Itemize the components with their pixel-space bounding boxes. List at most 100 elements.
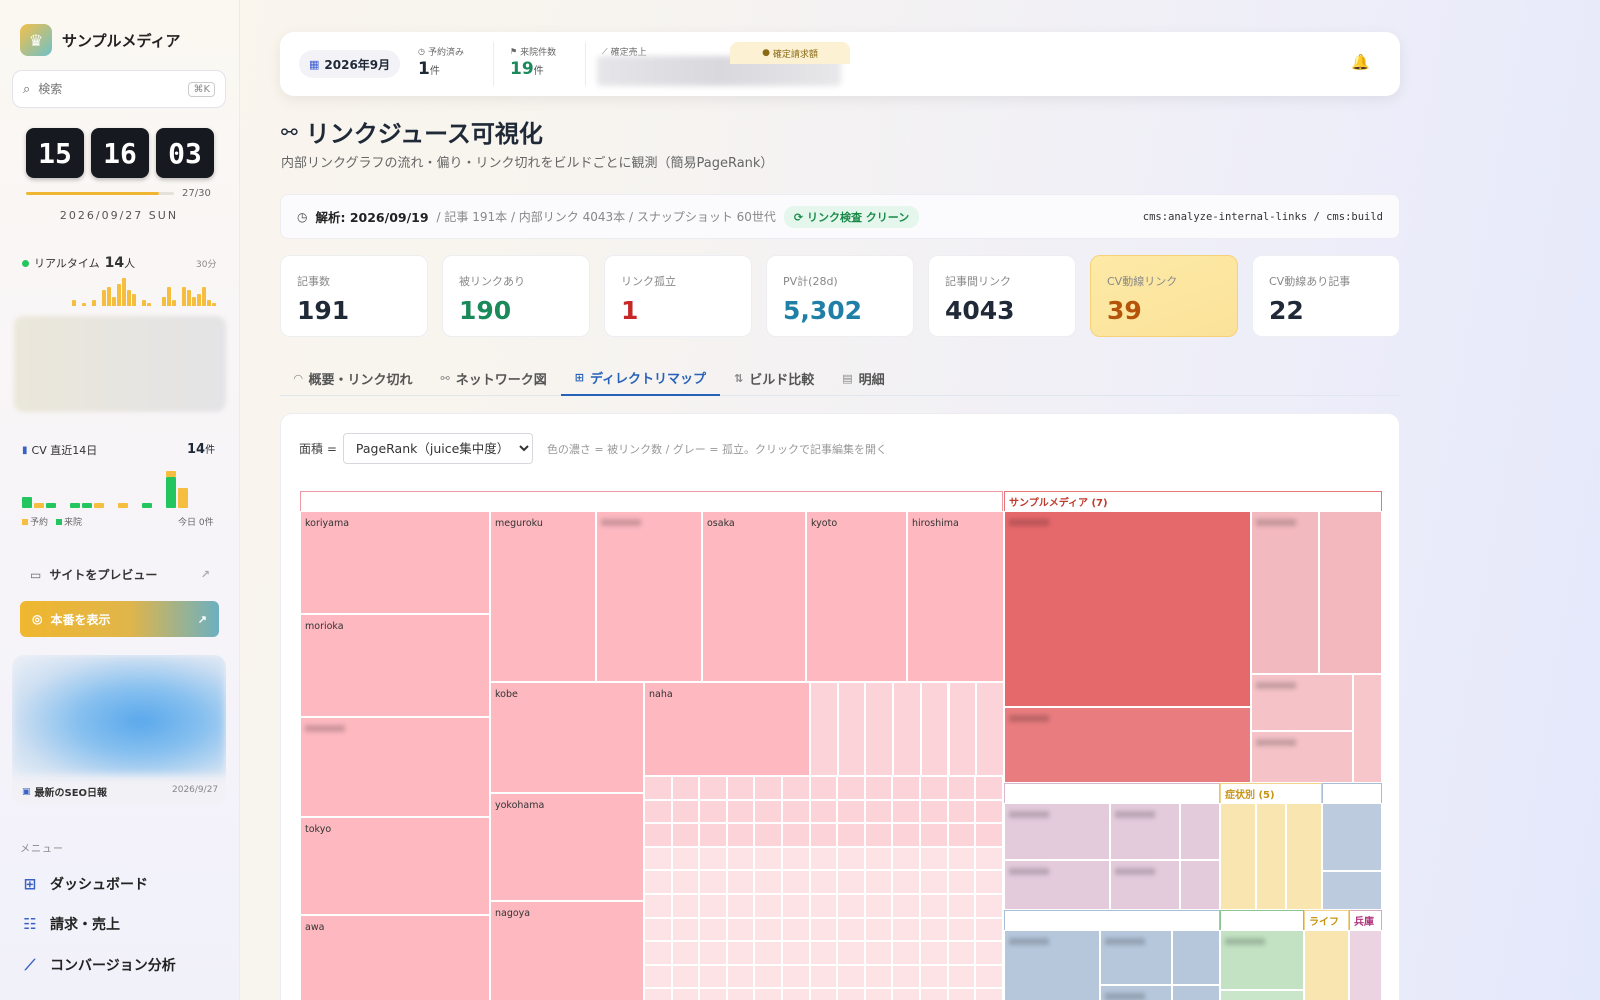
treemap-cell[interactable] — [920, 941, 948, 965]
treemap-cell[interactable] — [947, 870, 976, 894]
treemap-cell[interactable] — [837, 799, 865, 824]
treemap-cell[interactable] — [809, 964, 838, 989]
treemap-cell[interactable] — [671, 799, 700, 824]
treemap-cell[interactable] — [726, 799, 755, 824]
treemap-cell[interactable] — [865, 682, 894, 776]
treemap-cell[interactable] — [947, 988, 976, 1000]
treemap-cell[interactable] — [1220, 930, 1304, 990]
treemap-cell[interactable] — [837, 846, 865, 871]
treemap-cell[interactable] — [1110, 803, 1180, 860]
treemap-cell[interactable] — [864, 917, 893, 942]
tab-directory-map[interactable]: ⊞ ディレクトリマップ — [560, 360, 721, 396]
treemap-cell[interactable] — [837, 870, 865, 894]
treemap-cell[interactable] — [864, 823, 893, 847]
menu-item-conversion[interactable]: ⟋ コンバージョン分析 — [22, 955, 176, 975]
treemap-cell[interactable] — [864, 964, 893, 989]
treemap-cell[interactable] — [671, 894, 700, 918]
treemap-cell[interactable] — [976, 682, 1004, 776]
treemap-cell[interactable] — [920, 776, 948, 800]
treemap-cell[interactable] — [864, 776, 893, 800]
treemap-cell[interactable] — [754, 776, 782, 800]
treemap-cell[interactable]: awa — [300, 915, 490, 1000]
treemap-cell[interactable] — [644, 964, 672, 989]
treemap-cell[interactable] — [1322, 803, 1382, 871]
treemap-cell[interactable]: koriyama — [300, 511, 490, 614]
treemap-cell[interactable] — [1004, 803, 1110, 860]
treemap-cell[interactable] — [1319, 511, 1382, 674]
treemap-cell[interactable] — [1251, 674, 1353, 731]
treemap-cell[interactable] — [1353, 674, 1382, 783]
treemap-cell[interactable] — [837, 941, 865, 965]
treemap-cell[interactable] — [892, 823, 920, 847]
treemap-cell[interactable] — [809, 823, 838, 847]
treemap-cell[interactable] — [726, 964, 755, 989]
treemap-cell[interactable] — [975, 964, 1003, 989]
treemap-cell[interactable] — [671, 941, 700, 965]
treemap-cell[interactable] — [782, 964, 810, 989]
treemap-cell[interactable] — [644, 917, 672, 942]
treemap-cell[interactable] — [864, 846, 893, 871]
treemap-cell[interactable] — [837, 988, 865, 1000]
treemap-cell[interactable] — [671, 870, 700, 894]
treemap-cell[interactable] — [947, 964, 976, 989]
news-card[interactable]: ▣ 最新のSEO日報 2026/9/27 — [12, 655, 226, 805]
treemap-cell[interactable] — [782, 941, 810, 965]
treemap-cell[interactable] — [1220, 990, 1304, 1000]
treemap-cell[interactable] — [726, 776, 755, 800]
treemap-cell[interactable] — [1004, 930, 1100, 1000]
treemap-cell[interactable] — [892, 988, 920, 1000]
treemap-cell[interactable] — [975, 988, 1003, 1000]
treemap-cell[interactable] — [726, 988, 755, 1000]
treemap-cell[interactable] — [864, 870, 893, 894]
treemap-cell[interactable] — [671, 823, 700, 847]
treemap-cell[interactable] — [809, 870, 838, 894]
treemap-cell[interactable] — [699, 776, 727, 800]
treemap-cell[interactable] — [920, 846, 948, 871]
treemap-cell[interactable] — [1100, 985, 1172, 1000]
treemap-cell[interactable] — [948, 682, 977, 776]
treemap-cell[interactable] — [975, 799, 1003, 824]
treemap-cell[interactable] — [754, 894, 782, 918]
treemap-cell[interactable] — [644, 799, 672, 824]
treemap-cell[interactable] — [809, 846, 838, 871]
treemap-cell[interactable]: nagoya — [490, 901, 644, 1000]
treemap-cell[interactable] — [1180, 803, 1220, 860]
treemap-cell[interactable] — [1286, 803, 1322, 910]
treemap-cell[interactable] — [975, 917, 1003, 942]
treemap-cell[interactable]: kobe — [490, 682, 644, 793]
treemap-cell[interactable] — [782, 846, 810, 871]
treemap-cell[interactable] — [810, 682, 838, 776]
treemap-cell[interactable] — [947, 776, 976, 800]
treemap-cell[interactable] — [864, 988, 893, 1000]
treemap-cell[interactable] — [726, 894, 755, 918]
site-preview-link[interactable]: ▭ サイトをプレビュー ↗ — [30, 566, 210, 583]
treemap-cell[interactable] — [920, 682, 949, 776]
treemap-cell[interactable] — [864, 941, 893, 965]
treemap-cell[interactable] — [782, 799, 810, 824]
treemap-cell[interactable] — [920, 988, 948, 1000]
treemap-cell[interactable]: osaka — [702, 511, 806, 682]
treemap-cell[interactable] — [837, 964, 865, 989]
treemap-cell[interactable] — [782, 917, 810, 942]
treemap-cell[interactable] — [837, 776, 865, 800]
treemap-cell[interactable] — [754, 988, 782, 1000]
treemap-cell[interactable] — [1251, 511, 1319, 674]
treemap-cell[interactable] — [671, 846, 700, 871]
treemap-cell[interactable] — [1304, 930, 1349, 1000]
treemap-cell[interactable] — [947, 917, 976, 942]
treemap-cell[interactable] — [300, 717, 490, 817]
brand[interactable]: ♛ サンプルメディア — [20, 24, 181, 56]
treemap-cell[interactable] — [892, 799, 920, 824]
treemap-cell[interactable] — [975, 846, 1003, 871]
treemap-cell[interactable] — [892, 964, 920, 989]
treemap-cell[interactable] — [1180, 860, 1220, 910]
treemap-cell[interactable] — [1110, 860, 1180, 910]
treemap-cell[interactable] — [671, 964, 700, 989]
treemap-cell[interactable] — [1004, 707, 1251, 783]
treemap-cell[interactable] — [726, 917, 755, 942]
treemap-cell[interactable] — [947, 799, 976, 824]
treemap-cell[interactable] — [596, 511, 702, 682]
treemap-cell[interactable] — [809, 799, 838, 824]
treemap-cell[interactable] — [644, 870, 672, 894]
production-button[interactable]: ◎ 本番を表示 ↗ — [20, 601, 219, 637]
